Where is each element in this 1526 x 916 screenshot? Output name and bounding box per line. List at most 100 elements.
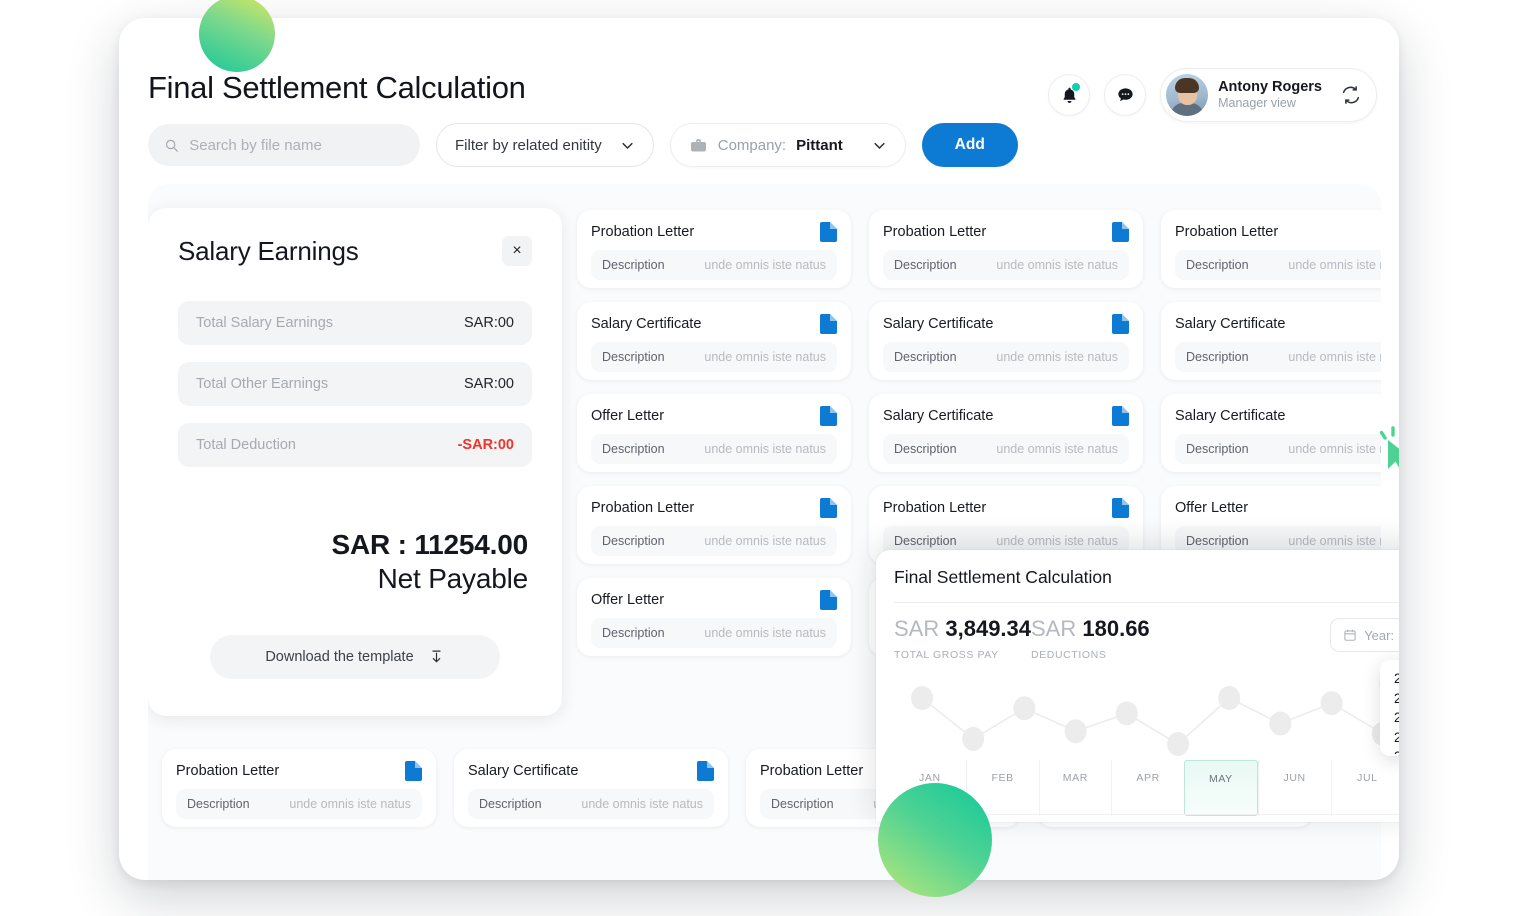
document-card-header: Probation Letter [591,498,837,518]
modal-divider [894,602,1399,603]
chart-point[interactable] [1167,732,1189,756]
chart-point[interactable] [1115,701,1138,726]
document-description: Description unde omnis iste natus [176,789,422,819]
document-card[interactable]: Offer Letter Description unde omnis iste… [577,578,851,656]
company-select[interactable]: Company: Pittant [669,123,906,167]
year-option[interactable]: 2022 [1394,689,1399,709]
file-icon[interactable] [1112,406,1129,426]
earnings-line-chart: SAR 120.66 JANFEBMARAPRMAYJUNJULAUG [894,668,1399,816]
calendar-icon [1344,629,1356,641]
search-box[interactable] [148,124,420,166]
document-title: Salary Certificate [883,316,994,332]
document-card-header: Offer Letter [1175,498,1381,518]
chart-point[interactable] [1320,691,1343,716]
decorative-gradient-circle-bottom [878,783,992,897]
document-card[interactable]: Probation Letter Description unde omnis … [577,210,851,288]
search-input[interactable] [189,136,404,154]
document-card[interactable]: Probation Letter Description unde omnis … [869,210,1143,288]
document-card-header: Salary Certificate [1175,406,1381,426]
chart-point[interactable] [1013,696,1036,721]
description-label: Description [187,797,250,811]
year-option[interactable]: 2021 [1394,708,1399,728]
description-label: Description [1186,258,1249,272]
description-label: Description [894,350,957,364]
chart-point[interactable] [962,726,985,751]
description-label: Description [602,626,665,640]
document-description: Description unde omnis iste natus [1175,342,1381,372]
net-payable-label: Net Payable [377,563,529,594]
notifications-button[interactable] [1048,74,1091,116]
document-card-header: Probation Letter [176,761,422,781]
chart-point[interactable] [1218,686,1241,710]
document-card[interactable]: Offer Letter Description unde omnis iste… [577,394,851,472]
description-value: unde omnis iste natus [704,626,826,640]
description-value: unde omnis iste natus [1288,442,1381,456]
description-value: unde omnis iste natus [1288,534,1381,548]
total-gross-pay-amount: SAR 3,849.34 [894,616,1031,642]
document-description: Description unde omnis iste natus [883,434,1129,464]
salary-row: Total Other Earnings SAR:00 [178,362,532,406]
document-card[interactable]: Salary Certificate Description unde omni… [1161,302,1381,380]
file-icon[interactable] [820,590,837,610]
entity-filter-select[interactable]: Filter by related enitity [436,123,654,167]
description-value: unde omnis iste natus [289,797,411,811]
file-icon[interactable] [1112,222,1129,242]
document-card-header: Offer Letter [591,406,837,426]
document-description: Description unde omnis iste natus [468,789,714,819]
year-option[interactable]: 2019 [1394,747,1399,756]
user-profile-pill[interactable]: Antony Rogers Manager view [1160,68,1377,122]
description-label: Description [1186,534,1249,548]
app-window: Final Settlement Calculation Antony Roge… [119,18,1399,880]
chart-point[interactable] [1064,719,1087,744]
file-icon[interactable] [1112,498,1129,518]
download-template-button[interactable]: Download the template [210,635,500,679]
header-actions: Antony Rogers Manager view [1048,68,1377,122]
document-card[interactable]: Salary Certificate Description unde omni… [577,302,851,380]
settlement-modal: Final Settlement Calculation SAR 3,849.3… [876,550,1399,822]
chart-x-label: MAY [1184,760,1258,816]
download-template-label: Download the template [265,649,414,665]
currency-label: SAR [1031,616,1077,641]
chart-point[interactable] [911,686,933,710]
file-icon[interactable] [820,222,837,242]
add-button[interactable]: Add [921,123,1018,167]
salary-row-label: Total Deduction [196,437,296,453]
file-icon[interactable] [820,314,837,334]
year-option[interactable]: 2020 [1394,728,1399,748]
document-card[interactable]: Probation Letter Description unde omnis … [162,749,436,827]
document-card[interactable]: Probation Letter Description unde omnis … [577,486,851,564]
file-icon[interactable] [405,761,422,781]
user-role: Manager view [1218,96,1296,111]
description-value: unde omnis iste natus [704,350,826,364]
file-icon[interactable] [820,406,837,426]
messages-button[interactable] [1104,74,1147,116]
document-card[interactable]: Salary Certificate Description unde omni… [869,302,1143,380]
currency-label: SAR [894,616,940,641]
document-title: Salary Certificate [591,316,702,332]
document-card[interactable]: Probation Letter Description unde omnis … [1161,210,1381,288]
description-value: unde omnis iste natus [704,442,826,456]
document-description: Description unde omnis iste natus [883,250,1129,280]
refresh-icon[interactable] [1340,84,1362,106]
year-option[interactable]: 2023 [1394,669,1399,689]
chart-point[interactable] [1269,711,1292,736]
total-gross-pay-label: TOTAL GROSS PAY [894,649,999,661]
document-title: Probation Letter [1175,224,1279,240]
file-icon[interactable] [697,761,714,781]
chart-x-label: MAR [1038,760,1112,816]
description-value: unde omnis iste natus [996,442,1118,456]
document-card[interactable]: Salary Certificate Description unde omni… [869,394,1143,472]
user-name: Antony Rogers [1218,79,1322,96]
document-card-header: Probation Letter [883,498,1129,518]
year-select[interactable]: Year: 2023 [1330,618,1399,652]
year-dropdown-menu[interactable]: 20232022202120202019 [1380,660,1399,756]
file-icon[interactable] [1112,314,1129,334]
salary-row-label: Total Salary Earnings [196,315,334,331]
document-card-header: Probation Letter [1175,222,1381,242]
file-icon[interactable] [820,498,837,518]
chart-x-label: APR [1111,760,1184,816]
close-button[interactable]: × [502,236,532,266]
document-card[interactable]: Salary Certificate Description unde omni… [454,749,728,827]
document-card[interactable]: Salary Certificate Description unde omni… [1161,394,1381,472]
document-title: Salary Certificate [1175,316,1286,332]
